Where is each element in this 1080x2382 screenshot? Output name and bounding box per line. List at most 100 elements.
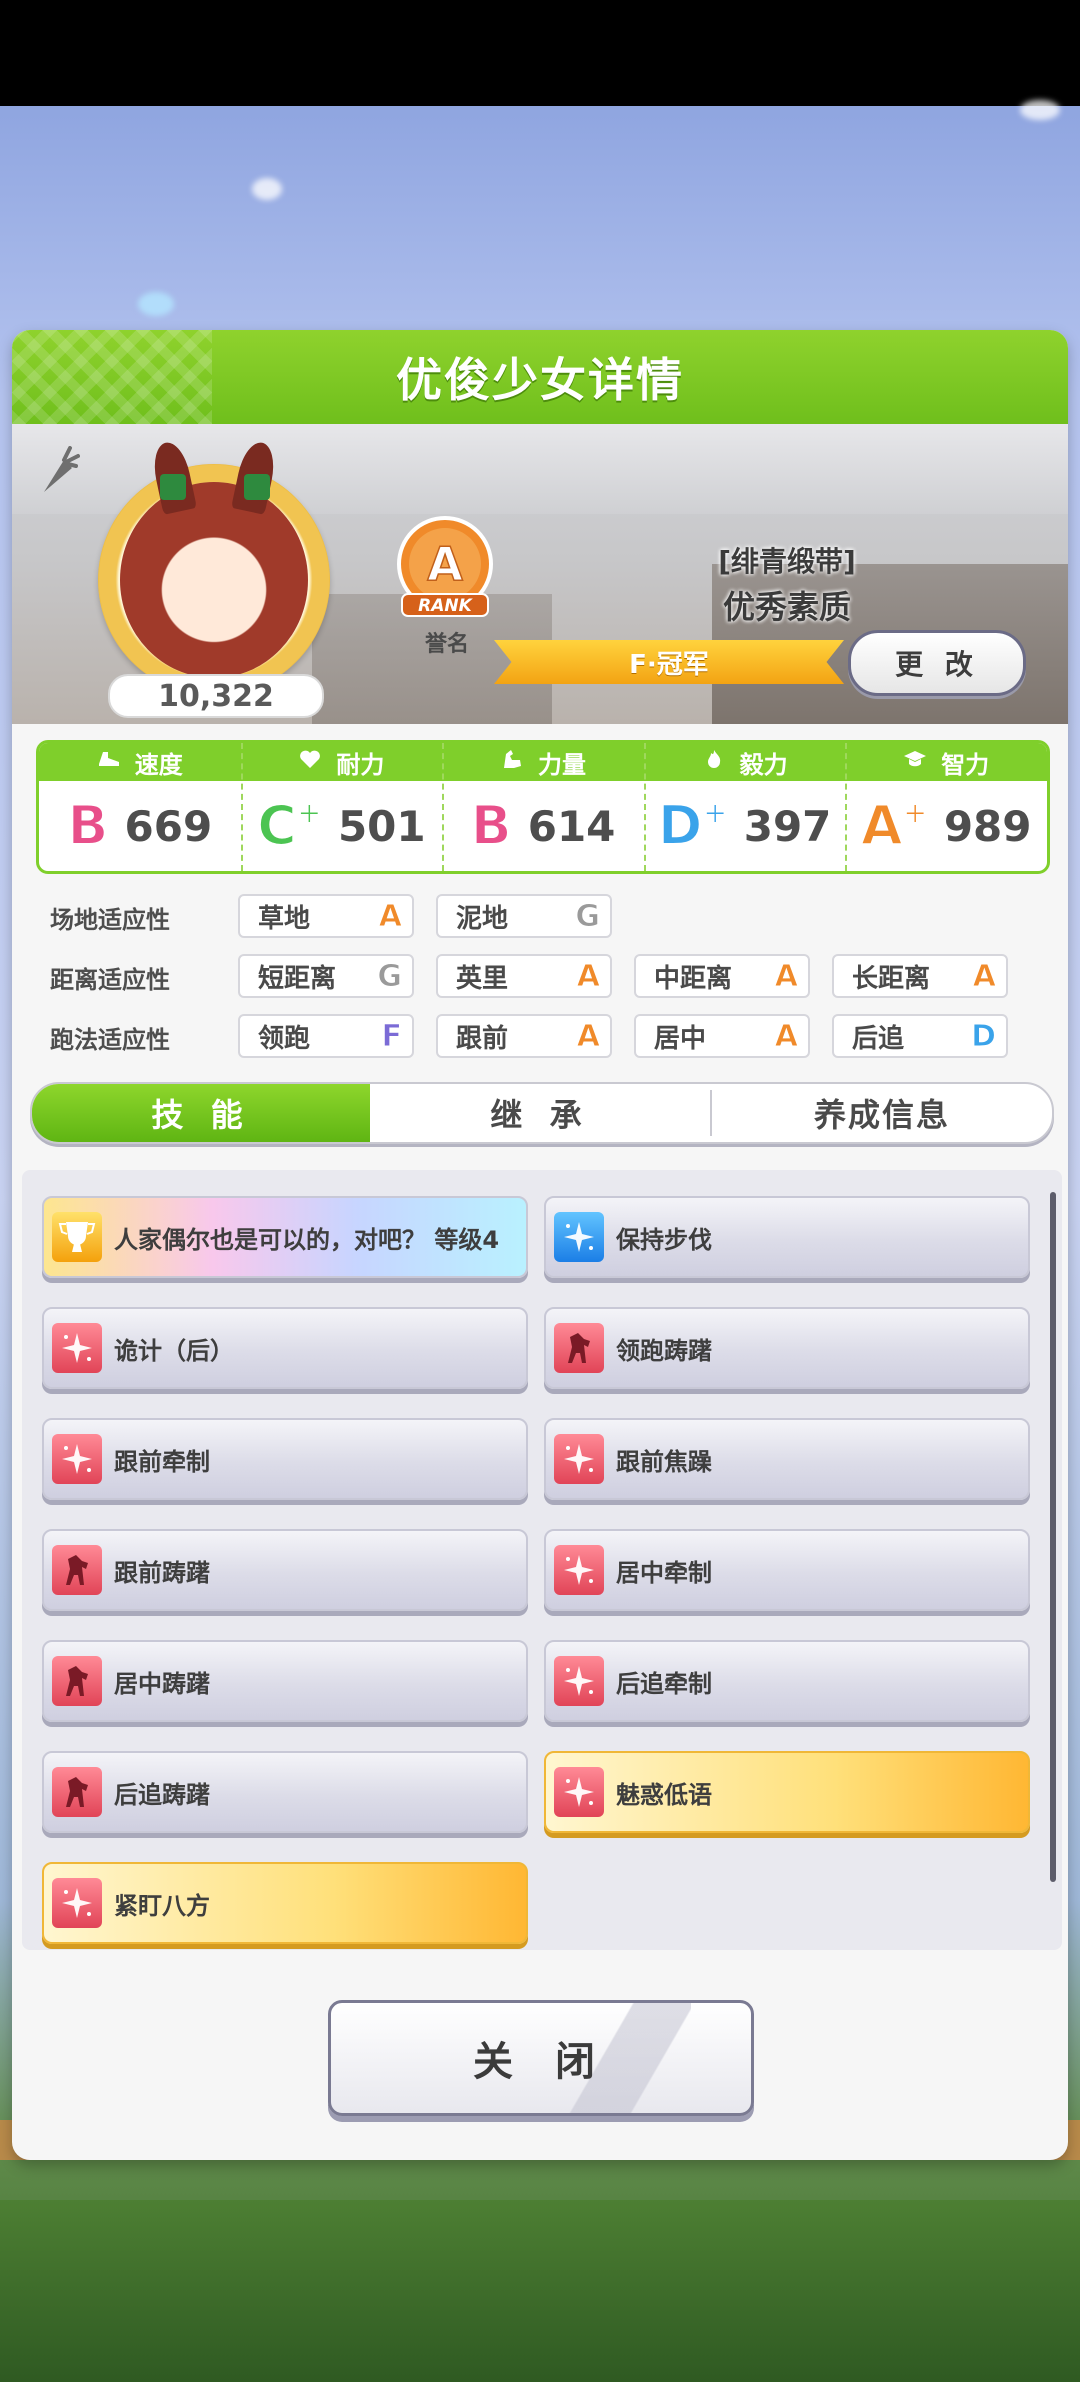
track-aptitude-label: 场地适应性 — [50, 906, 170, 934]
rank-letter: A — [427, 537, 463, 591]
skill-card[interactable]: 紧盯八方 — [42, 1862, 528, 1944]
skill-card[interactable]: 居中牵制 — [544, 1529, 1030, 1611]
character-hero: 10,322 A RANK 誉名 [绯青缎带] 优秀素质 F·冠军 更 改 — [12, 424, 1068, 724]
stat-header: 力量 — [442, 743, 644, 781]
tab-inheritance[interactable]: 继 承 — [370, 1084, 710, 1142]
stat-label: 速度 — [134, 750, 183, 779]
skill-card[interactable]: 跟前牵制 — [42, 1418, 528, 1500]
skill-name: 跟前牵制 — [114, 1447, 210, 1476]
background-sparkle — [138, 292, 174, 316]
tab-skills[interactable]: 技 能 — [32, 1084, 370, 1142]
aptitude-chip-distance: 英里 A — [436, 954, 612, 998]
stat-grade: D+ — [657, 794, 729, 857]
tab-training-info[interactable]: 养成信息 — [712, 1084, 1052, 1142]
close-label: 关 闭 — [473, 2039, 609, 2085]
title-ribbon-label: F·冠军 — [629, 649, 709, 680]
sparkle-icon — [554, 1545, 604, 1595]
epithet-line-2: 优秀素质 — [722, 588, 851, 626]
character-face — [120, 482, 308, 678]
skill-name: 居中牵制 — [616, 1558, 712, 1587]
background-sparkle — [1020, 100, 1060, 120]
aptitude-chip-style: 跟前 A — [436, 1014, 612, 1058]
background-sparkle — [252, 178, 282, 200]
aptitude-name: 跟前 — [456, 1023, 509, 1054]
panel-title: 优俊少女详情 — [396, 353, 684, 407]
title-ribbon: F·冠军 — [494, 640, 844, 684]
stat-divider — [643, 743, 646, 871]
change-title-label: 更 改 — [895, 648, 979, 681]
aptitude-grade: G — [377, 958, 403, 994]
header-pattern — [12, 330, 212, 424]
skill-card[interactable]: 跟前踌躇 — [42, 1529, 528, 1611]
sparkle-icon — [52, 1323, 102, 1373]
aptitude-grade: A — [774, 958, 798, 994]
skill-card[interactable]: 居中踌躇 — [42, 1640, 528, 1722]
aptitude-grade: A — [972, 958, 996, 994]
shoe-icon — [97, 748, 121, 776]
stat-1: 耐力 C+ 501 — [240, 743, 443, 871]
tab-skills-label: 技 能 — [151, 1096, 251, 1134]
change-title-button[interactable]: 更 改 — [848, 630, 1026, 696]
skill-name: 后追牵制 — [616, 1669, 712, 1698]
skill-card[interactable]: 诡计（后） — [42, 1307, 528, 1389]
background-grass — [0, 2200, 1080, 2382]
horse-icon — [52, 1767, 102, 1817]
aptitude-chip-style: 后追 D — [832, 1014, 1008, 1058]
stat-header: 速度 — [39, 743, 241, 781]
aptitude-grade: D — [971, 1018, 997, 1054]
aptitude-name: 领跑 — [258, 1023, 311, 1054]
stat-value: 501 — [337, 801, 426, 851]
ribbon-icon — [160, 474, 186, 500]
panel-header: 优俊少女详情 — [12, 330, 1068, 424]
stat-body: A+ 989 — [845, 781, 1047, 871]
aptitude-name: 后追 — [852, 1023, 905, 1054]
skill-card[interactable]: 人家偶尔也是可以的，对吧？ 等级4 — [42, 1196, 528, 1278]
aptitude-chip-track: 泥地 G — [436, 894, 612, 938]
skill-card[interactable]: 魅惑低语 — [544, 1751, 1030, 1833]
stat-4: 智力 A+ 989 — [845, 743, 1047, 871]
detail-tabs: 技 能 继 承 养成信息 — [30, 1082, 1054, 1144]
rank-emblem-icon: A RANK — [397, 516, 493, 617]
aptitude-name: 草地 — [258, 903, 311, 934]
aptitude-name: 居中 — [654, 1023, 707, 1054]
close-button[interactable]: 关 闭 — [328, 2000, 754, 2116]
aptitude-grade: A — [774, 1018, 798, 1054]
aptitude-grade: G — [575, 898, 601, 934]
stat-0: 速度 B 669 — [39, 743, 241, 871]
status-bar — [0, 0, 1080, 106]
epithet-line-1: [绯青缎带] — [718, 545, 856, 578]
rank-word: RANK — [418, 596, 473, 616]
aptitude-name: 长距离 — [852, 963, 931, 994]
rank-caption: 誉名 — [424, 632, 469, 657]
stat-body: B 669 — [39, 781, 241, 871]
stat-divider — [845, 743, 848, 871]
ribbon-icon — [244, 474, 270, 500]
skill-card[interactable]: 后追踌躇 — [42, 1751, 528, 1833]
stat-grade: C+ — [256, 794, 323, 857]
skill-list-scrollbar[interactable] — [1050, 1192, 1056, 1882]
tab-training-info-label: 养成信息 — [813, 1096, 950, 1134]
stat-grade: B — [470, 794, 513, 857]
aptitude-chip-distance: 长距离 A — [832, 954, 1008, 998]
horse-icon — [554, 1323, 604, 1373]
skill-name: 领跑踌躇 — [616, 1336, 712, 1365]
carrot-icon[interactable] — [34, 446, 80, 498]
stat-3: 毅力 D+ 397 — [643, 743, 846, 871]
heart-icon — [298, 748, 322, 776]
aptitude-chip-style: 领跑 F — [238, 1014, 414, 1058]
skill-card[interactable]: 跟前焦躁 — [544, 1418, 1030, 1500]
skill-card[interactable]: 领跑踌躇 — [544, 1307, 1030, 1389]
aptitude-grade: A — [378, 898, 402, 934]
skill-card[interactable]: 后追牵制 — [544, 1640, 1030, 1722]
character-portrait[interactable] — [98, 439, 330, 696]
stat-divider — [442, 743, 445, 871]
flame-icon — [702, 748, 726, 776]
skill-name: 后追踌躇 — [114, 1780, 210, 1809]
fan-count: 10,322 — [158, 678, 274, 714]
character-detail-panel: 优俊少女详情 10,322 A RANK 誉名 [绯青缎带] 优秀素质 F·冠军… — [12, 330, 1068, 2160]
aptitude-name: 英里 — [456, 963, 509, 994]
stat-value: 614 — [527, 801, 616, 851]
aptitude-name: 中距离 — [654, 963, 733, 994]
style-aptitude-label: 跑法适应性 — [50, 1026, 170, 1054]
skill-card[interactable]: 保持步伐 — [544, 1196, 1030, 1278]
